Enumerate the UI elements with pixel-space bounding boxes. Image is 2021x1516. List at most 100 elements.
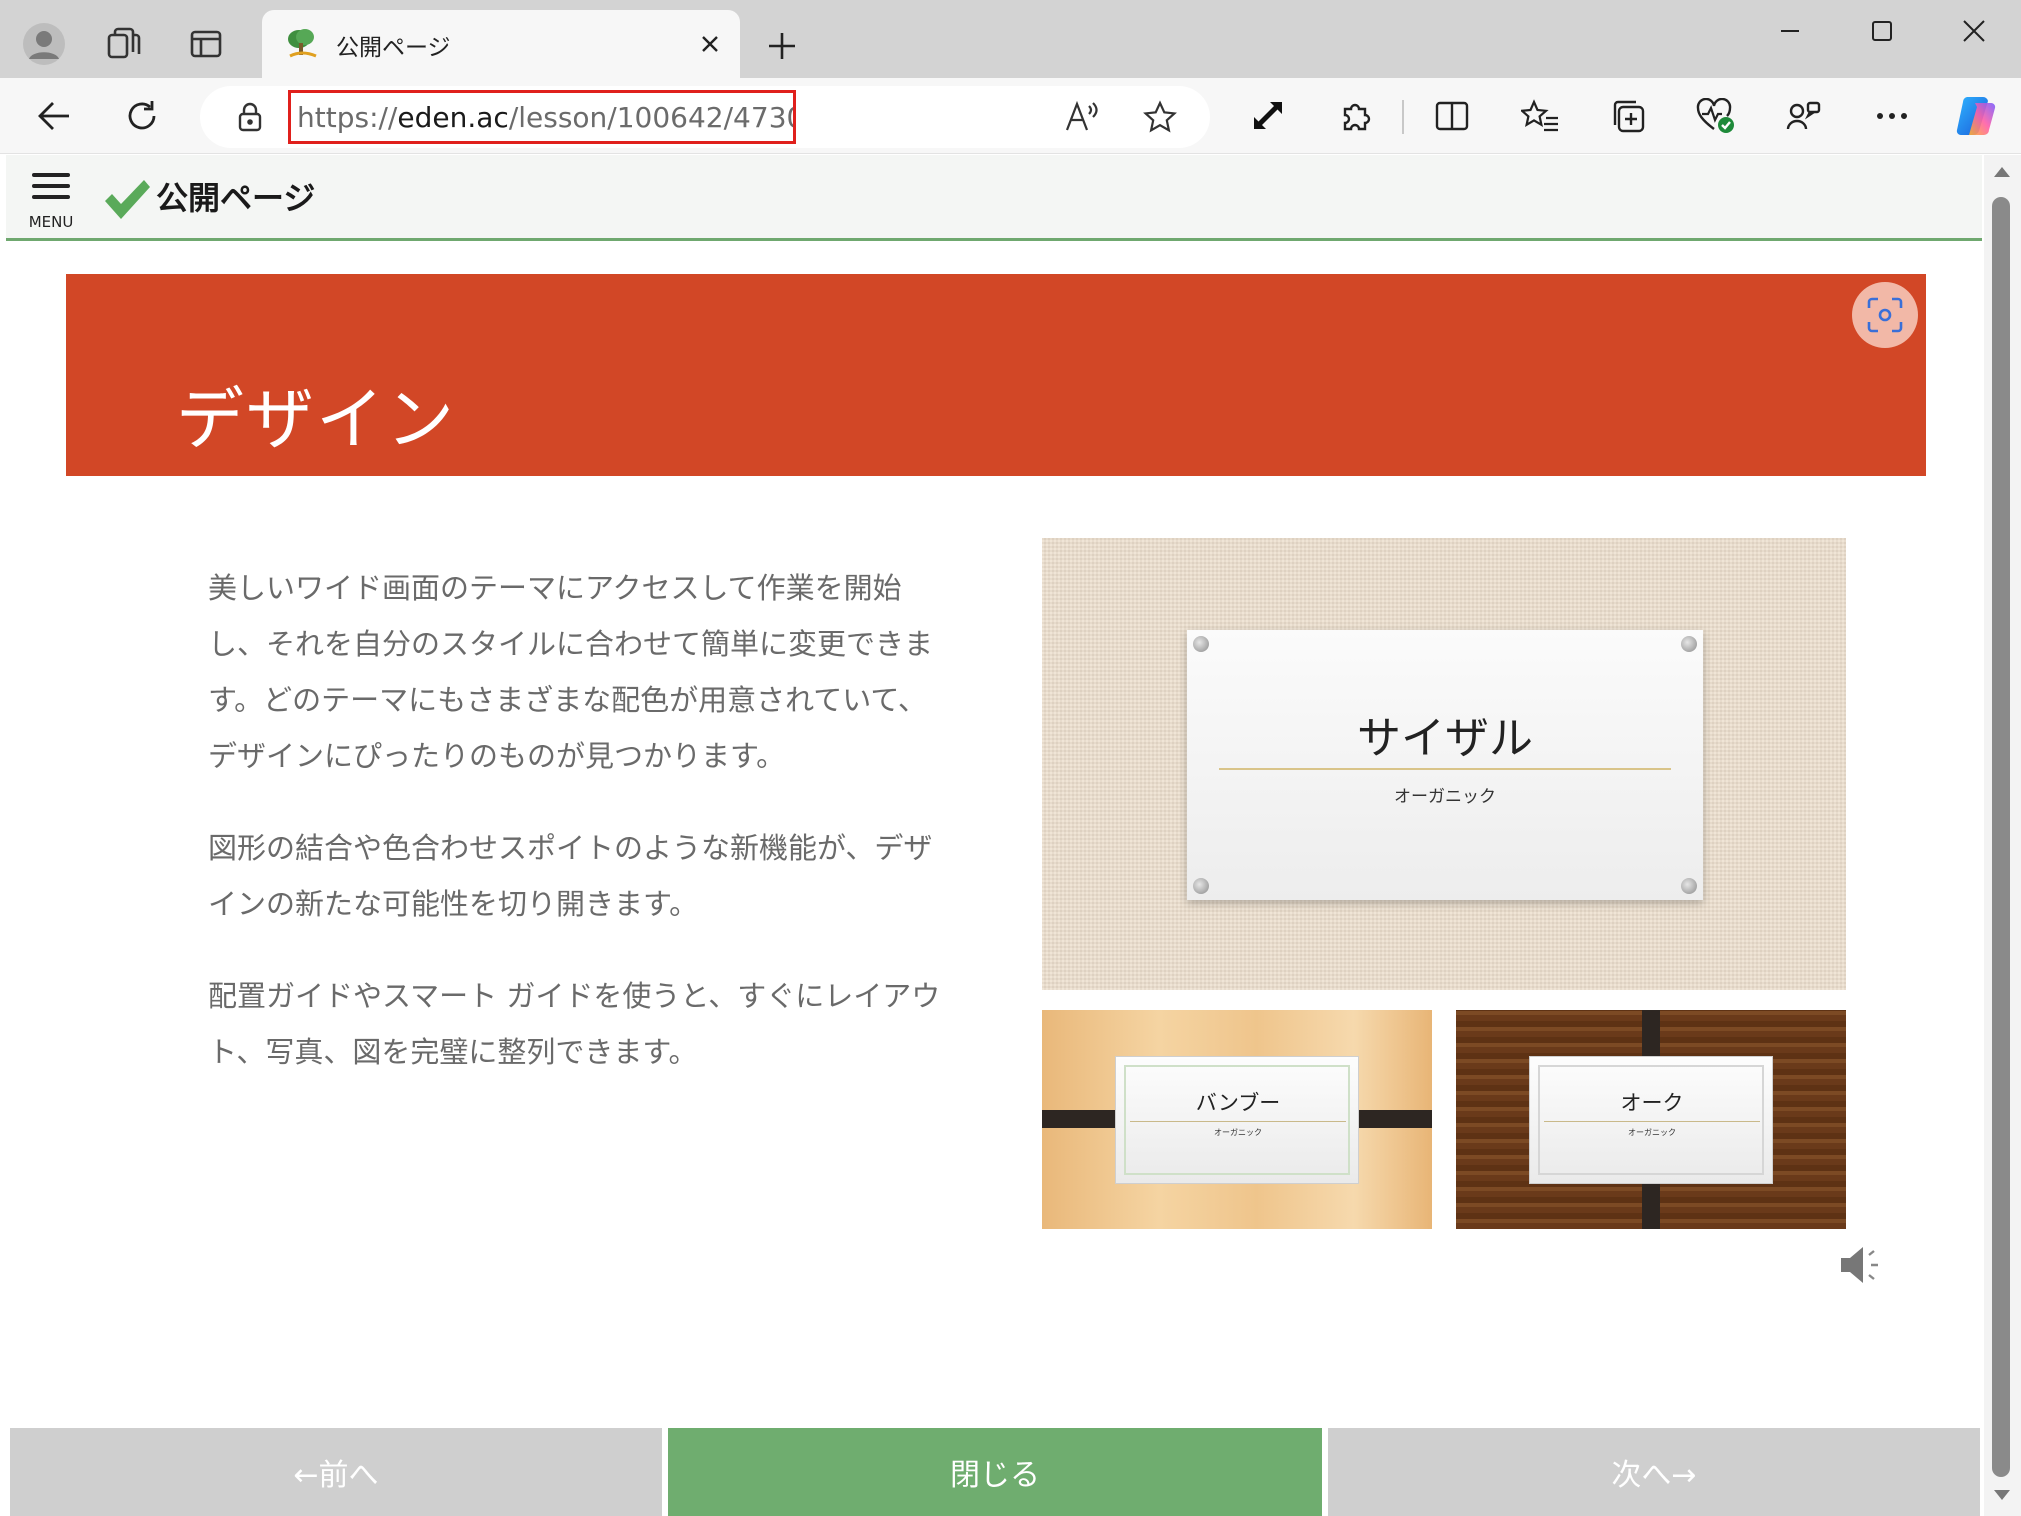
scrollbar-thumb[interactable] [1992, 197, 2010, 1477]
back-arrow-icon [38, 102, 69, 130]
screw-icon [1681, 878, 1697, 894]
close-button[interactable]: 閉じる [668, 1428, 1322, 1516]
theme-subtitle: オーガニック [1394, 787, 1496, 807]
slide-body-text: 美しいワイド画面のテーマにアクセスして作業を開始し、それを自分のスタイルに合わせ… [208, 560, 948, 1116]
close-icon [702, 36, 718, 52]
theme-name: バンブー [1195, 1091, 1281, 1115]
hamburger-icon [32, 173, 70, 206]
favorite-button[interactable] [1132, 89, 1188, 145]
read-aloud-button[interactable] [1054, 89, 1110, 145]
profile-button[interactable] [14, 14, 74, 74]
minimize-icon [1781, 30, 1799, 32]
browser-essentials-icon [1696, 98, 1734, 133]
immersive-expand-button[interactable] [1240, 88, 1296, 144]
screen-capture-button[interactable] [1852, 282, 1918, 348]
window-close-button[interactable] [1928, 0, 2020, 62]
maximize-icon [1872, 21, 1892, 41]
slide-paragraph: 図形の結合や色合わせスポイトのような新機能が、デザインの新たな可能性を切り開きま… [208, 831, 933, 921]
checkmark-icon [105, 180, 150, 219]
maximize-button[interactable] [1836, 0, 1928, 62]
next-button[interactable]: 次へ→ [1328, 1428, 1980, 1516]
site-info-button[interactable] [222, 89, 278, 145]
app-header: MENU 公開ページ [6, 155, 1982, 241]
lock-icon [238, 102, 262, 132]
slide-paragraph: 美しいワイド画面のテーマにアクセスして作業を開始し、それを自分のスタイルに合わせ… [208, 571, 934, 773]
read-aloud-icon [1065, 100, 1098, 131]
screw-icon [1193, 636, 1209, 652]
theme-subtitle: オーガニック [1214, 1128, 1262, 1137]
slide-paragraph: 配置ガイドやスマート ガイドを使うと、すぐにレイアウト、写真、図を完璧に整列でき… [208, 979, 941, 1069]
minimize-button[interactable] [1744, 0, 1836, 62]
theme-card: サイザル オーガニック [1187, 630, 1703, 900]
profile-icon [23, 23, 65, 65]
theme-preview-oak: オーク オーガニック [1456, 1010, 1846, 1229]
browser-toolbar: https://eden.ac/lesson/100642/473075 [0, 78, 2021, 154]
collections-icon [1613, 100, 1645, 133]
menu-label: MENU [28, 213, 74, 231]
collections-button[interactable] [1600, 88, 1656, 144]
theme-preview-sisal: サイザル オーガニック [1042, 538, 1846, 990]
screw-icon [1681, 636, 1697, 652]
theme-divider [1130, 1121, 1346, 1122]
extensions-button[interactable] [1328, 88, 1384, 144]
card-border [1538, 1065, 1764, 1175]
screw-icon [1193, 878, 1209, 894]
tab-actions-button[interactable] [176, 14, 236, 74]
scroll-up-arrow-icon[interactable] [1994, 167, 2010, 177]
slide-title-banner: デザイン [66, 274, 1926, 476]
speaker-icon [1841, 1247, 1878, 1283]
theme-card: オーク オーガニック [1529, 1056, 1773, 1184]
browser-essentials-button[interactable] [1688, 88, 1744, 144]
plus-icon [769, 33, 795, 59]
theme-preview-bamboo: バンブー オーガニック [1042, 1010, 1432, 1229]
tab-strip: 公開ページ [0, 0, 2021, 80]
slide-title: デザイン [176, 381, 457, 460]
puzzle-icon [1343, 103, 1371, 131]
url-scheme: https:// [297, 100, 398, 134]
active-tab[interactable]: 公開ページ [262, 10, 740, 80]
previous-button[interactable]: ←前へ [10, 1428, 662, 1516]
audio-button[interactable] [1836, 1239, 1888, 1291]
back-button[interactable] [26, 88, 82, 144]
copilot-icon [1956, 96, 1996, 136]
strap [1042, 1110, 1122, 1128]
theme-divider [1219, 768, 1671, 770]
vertical-scrollbar[interactable] [1984, 155, 2021, 1516]
copilot-button[interactable] [1948, 88, 2004, 144]
url-host: eden.ac [397, 100, 509, 134]
favorites-icon [1521, 99, 1558, 132]
page-title: 公開ページ [156, 179, 316, 217]
split-screen-button[interactable] [1424, 88, 1480, 144]
screen-capture-icon [1867, 297, 1903, 333]
expand-icon [1254, 102, 1282, 129]
share-icon [1786, 101, 1821, 130]
card-border [1124, 1065, 1350, 1175]
toolbar-divider [1402, 100, 1404, 134]
close-icon [1963, 20, 1985, 42]
url-field[interactable]: https://eden.ac/lesson/100642/473075 [288, 90, 796, 144]
tab-actions-icon [190, 30, 222, 58]
url-path: /lesson/100642/473075 [508, 100, 793, 134]
theme-subtitle: オーガニック [1628, 1128, 1676, 1137]
page-viewport: MENU 公開ページ デザイン 美しいワイド画面のテーマにアクセスして作業を開始… [6, 155, 1982, 1516]
address-bar[interactable]: https://eden.ac/lesson/100642/473075 [200, 86, 1210, 148]
tab-close-button[interactable] [694, 28, 726, 60]
favorites-button[interactable] [1512, 88, 1568, 144]
refresh-button[interactable] [114, 88, 170, 144]
refresh-icon [128, 101, 156, 130]
new-tab-button[interactable] [752, 16, 812, 76]
menu-button[interactable]: MENU [18, 173, 84, 235]
tab-title: 公開ページ [336, 35, 451, 61]
workspaces-button[interactable] [94, 14, 154, 74]
theme-divider [1544, 1121, 1760, 1122]
share-button[interactable] [1776, 88, 1832, 144]
more-icon [1877, 113, 1907, 119]
theme-name: オーク [1620, 1091, 1684, 1115]
star-icon [1143, 100, 1177, 133]
scroll-down-arrow-icon[interactable] [1994, 1490, 2010, 1500]
more-button[interactable] [1864, 88, 1920, 144]
theme-card: バンブー オーガニック [1115, 1056, 1359, 1184]
split-screen-icon [1435, 101, 1469, 131]
workspaces-icon [107, 27, 141, 59]
strap [1352, 1110, 1432, 1128]
